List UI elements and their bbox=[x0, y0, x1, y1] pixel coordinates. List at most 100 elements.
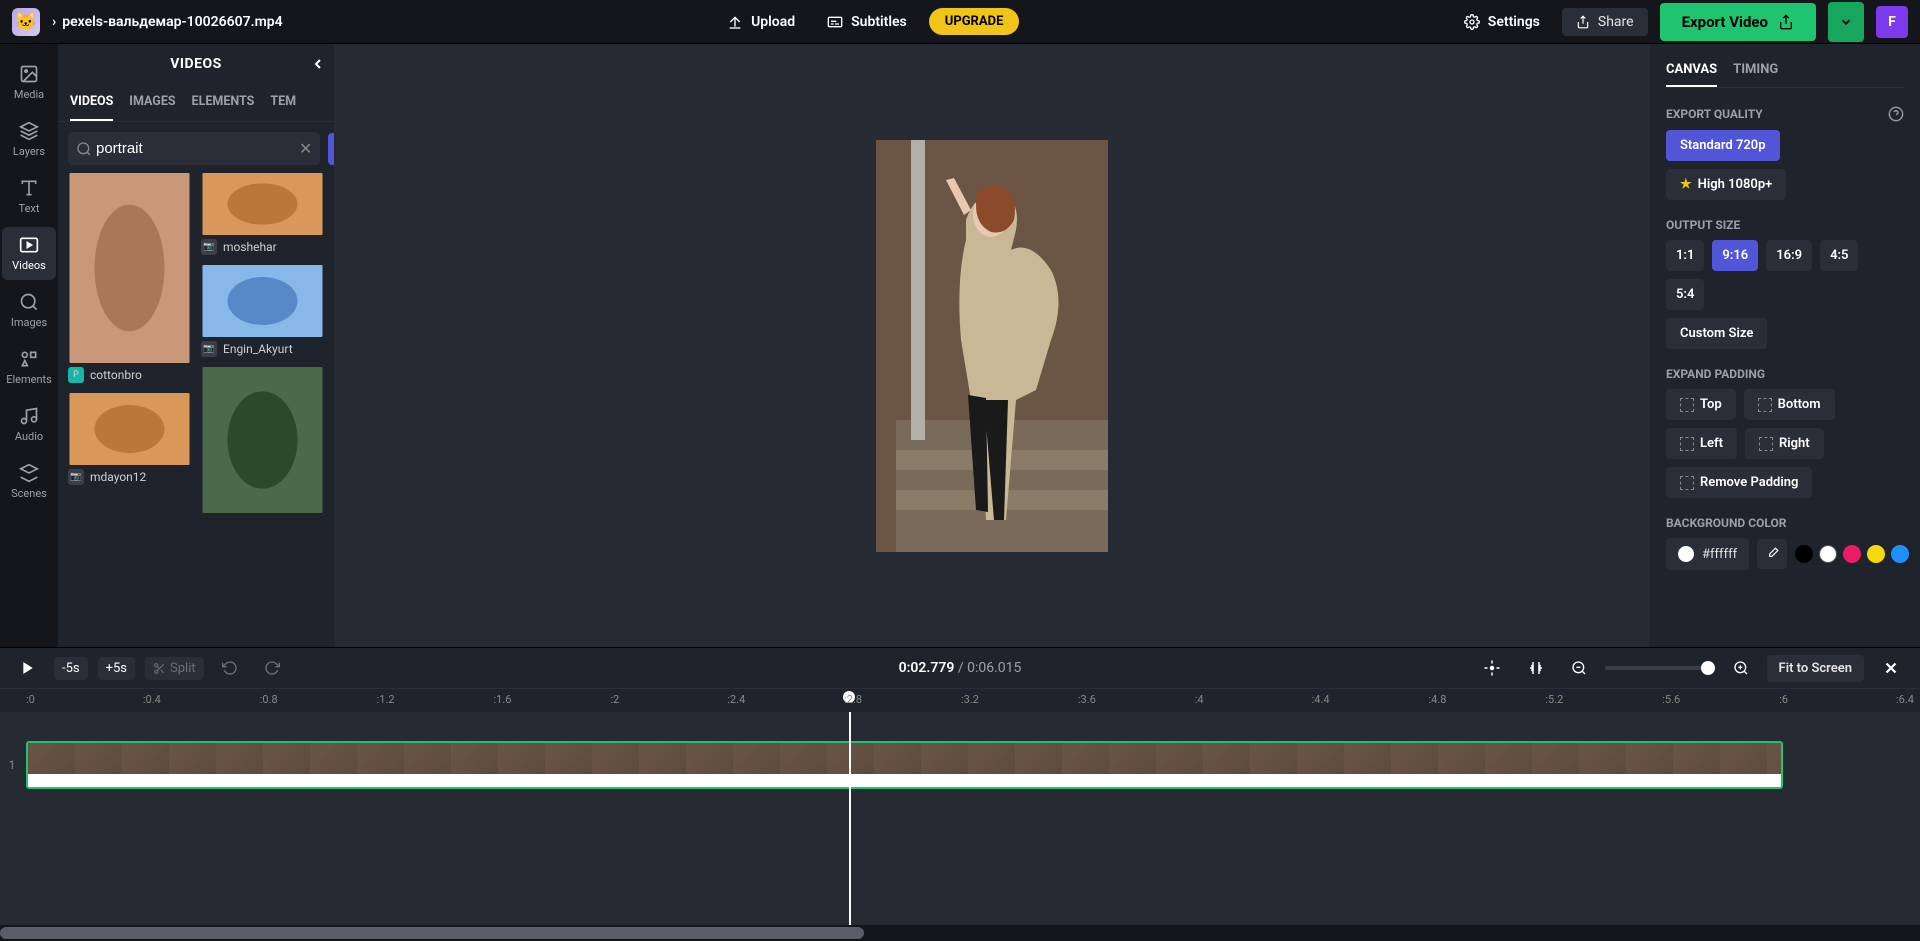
color-swatch[interactable] bbox=[1891, 545, 1909, 563]
nav-item-images[interactable]: Images bbox=[2, 284, 56, 337]
color-swatch[interactable] bbox=[1795, 545, 1813, 563]
timeline-tracks[interactable]: 1 bbox=[0, 712, 1920, 925]
topbar: 🐱 › pexels-вальдемар-10026607.mp4 Upload… bbox=[0, 0, 1920, 44]
ratio-16-9-button[interactable]: 16:9 bbox=[1766, 240, 1812, 271]
properties-tab-timing[interactable]: TIMING bbox=[1733, 54, 1778, 87]
pad-left-button[interactable]: Left bbox=[1666, 428, 1737, 459]
nav-item-elements[interactable]: Elements bbox=[2, 341, 56, 394]
pad-right-button[interactable]: Right bbox=[1745, 428, 1824, 459]
color-swatch[interactable] bbox=[1867, 545, 1885, 563]
media-tab-tem[interactable]: TEM bbox=[270, 84, 296, 121]
collapse-panel-button[interactable] bbox=[310, 56, 326, 72]
clip-frame bbox=[733, 743, 780, 774]
video-thumbnail[interactable]: 📷mdayon12 bbox=[68, 393, 191, 485]
video-thumbnail[interactable]: 📷Engin_Akyurt bbox=[201, 265, 324, 357]
quality-high-button[interactable]: ★ High 1080p+ bbox=[1666, 169, 1786, 200]
video-thumbnail[interactable]: Pcottonbro bbox=[68, 173, 191, 383]
nav-item-media[interactable]: Media bbox=[2, 56, 56, 109]
color-swatch[interactable] bbox=[1843, 545, 1861, 563]
zoom-in-button[interactable] bbox=[1725, 656, 1757, 680]
clip-frame bbox=[169, 743, 216, 774]
canvas-preview-area[interactable] bbox=[334, 44, 1650, 647]
media-tabs: VIDEOS IMAGES ELEMENTS TEM bbox=[58, 84, 334, 122]
trim-button[interactable] bbox=[1519, 655, 1553, 681]
thumbnail-author: Pcottonbro bbox=[68, 367, 191, 383]
ratio-9-16-button[interactable]: 9:16 bbox=[1712, 240, 1758, 271]
clear-search-button[interactable]: ✕ bbox=[299, 139, 312, 158]
play-button[interactable] bbox=[12, 656, 44, 680]
scrollbar-thumb[interactable] bbox=[0, 927, 864, 939]
user-avatar[interactable]: F bbox=[1876, 6, 1908, 38]
ratio-4-5-button[interactable]: 4:5 bbox=[1820, 240, 1858, 271]
search-input[interactable] bbox=[92, 132, 299, 165]
clip-frame bbox=[1391, 743, 1438, 774]
export-video-button[interactable]: Export Video bbox=[1660, 3, 1816, 41]
share-icon bbox=[1576, 15, 1590, 29]
redo-button[interactable] bbox=[256, 656, 288, 680]
video-clip[interactable] bbox=[26, 741, 1783, 789]
audio-icon bbox=[19, 406, 39, 426]
horizontal-scrollbar[interactable] bbox=[0, 925, 1920, 941]
breadcrumb[interactable]: › pexels-вальдемар-10026607.mp4 bbox=[52, 14, 283, 30]
ratio-5-4-button[interactable]: 5:4 bbox=[1666, 279, 1704, 310]
media-tab-videos[interactable]: VIDEOS bbox=[70, 84, 113, 121]
forward-5s-button[interactable]: +5s bbox=[98, 657, 135, 680]
settings-button[interactable]: Settings bbox=[1454, 8, 1550, 36]
back-5s-button[interactable]: -5s bbox=[54, 657, 88, 680]
snap-button[interactable] bbox=[1475, 655, 1509, 681]
playhead[interactable] bbox=[849, 712, 851, 925]
ruler-tick: :6 bbox=[1779, 693, 1788, 706]
close-timeline-button[interactable] bbox=[1874, 655, 1908, 681]
clip-frame bbox=[1062, 743, 1109, 774]
bg-color-input[interactable]: #ffffff bbox=[1666, 538, 1749, 570]
clip-frame bbox=[451, 743, 498, 774]
ruler-tick: :1.2 bbox=[377, 693, 395, 706]
right-tabs: CANVAS TIMING bbox=[1666, 44, 1904, 88]
export-dropdown-button[interactable] bbox=[1828, 2, 1864, 42]
video-thumbnail[interactable]: 📷moshehar bbox=[201, 173, 324, 255]
app-logo[interactable]: 🐱 bbox=[12, 8, 40, 36]
pad-top-button[interactable]: Top bbox=[1666, 389, 1736, 420]
help-icon[interactable] bbox=[1888, 106, 1904, 122]
zoom-handle[interactable] bbox=[1701, 661, 1715, 675]
pad-bottom-button[interactable]: Bottom bbox=[1744, 389, 1835, 420]
nav-item-text[interactable]: Text bbox=[2, 170, 56, 223]
video-preview[interactable] bbox=[876, 140, 1108, 552]
clip-frame bbox=[1297, 743, 1344, 774]
media-tab-elements[interactable]: ELEMENTS bbox=[192, 84, 255, 121]
share-button[interactable]: Share bbox=[1562, 8, 1648, 36]
search-icon bbox=[76, 141, 92, 157]
video-thumbnail[interactable] bbox=[201, 367, 324, 513]
ruler-tick: :6.4 bbox=[1896, 693, 1914, 706]
quality-standard-button[interactable]: Standard 720p bbox=[1666, 130, 1780, 161]
nav-label: Layers bbox=[13, 145, 45, 158]
export-quality-label: EXPORT QUALITY bbox=[1666, 106, 1904, 122]
clip-frame bbox=[1250, 743, 1297, 774]
split-button[interactable]: Split bbox=[145, 657, 204, 680]
bg-color-value: #ffffff bbox=[1702, 547, 1737, 562]
clip-frame bbox=[75, 743, 122, 774]
zoom-slider[interactable] bbox=[1605, 666, 1715, 670]
color-picker-button[interactable] bbox=[1757, 539, 1787, 569]
nav-item-layers[interactable]: Layers bbox=[2, 113, 56, 166]
properties-panel: CANVAS TIMING EXPORT QUALITY Standard 720… bbox=[1650, 44, 1920, 647]
timeline-ruler[interactable]: :0:0.4:0.8:1.2:1.6:2:2.4:2.8:3.2:3.6:4:4… bbox=[0, 688, 1920, 712]
custom-size-button[interactable]: Custom Size bbox=[1666, 318, 1767, 349]
videos-panel: VIDEOS VIDEOSIMAGESELEMENTSTEM ✕ Go Pcot… bbox=[58, 44, 334, 647]
ratio-1-1-button[interactable]: 1:1 bbox=[1666, 240, 1704, 271]
remove-padding-button[interactable]: Remove Padding bbox=[1666, 467, 1812, 498]
nav-item-scenes[interactable]: Scenes bbox=[2, 455, 56, 508]
fit-to-screen-button[interactable]: Fit to Screen bbox=[1767, 655, 1864, 682]
nav-item-audio[interactable]: Audio bbox=[2, 398, 56, 451]
expand-padding-label: EXPAND PADDING bbox=[1666, 367, 1904, 381]
color-swatch[interactable] bbox=[1819, 545, 1837, 563]
upgrade-button[interactable]: UPGRADE bbox=[929, 8, 1020, 35]
subtitles-button[interactable]: Subtitles bbox=[817, 8, 917, 36]
upload-button[interactable]: Upload bbox=[717, 8, 805, 36]
zoom-out-button[interactable] bbox=[1563, 656, 1595, 680]
media-tab-images[interactable]: IMAGES bbox=[129, 84, 175, 121]
undo-button[interactable] bbox=[214, 656, 246, 680]
properties-tab-canvas[interactable]: CANVAS bbox=[1666, 54, 1717, 87]
thumbnail-author: 📷mdayon12 bbox=[68, 469, 191, 485]
nav-item-videos[interactable]: Videos bbox=[2, 227, 56, 280]
